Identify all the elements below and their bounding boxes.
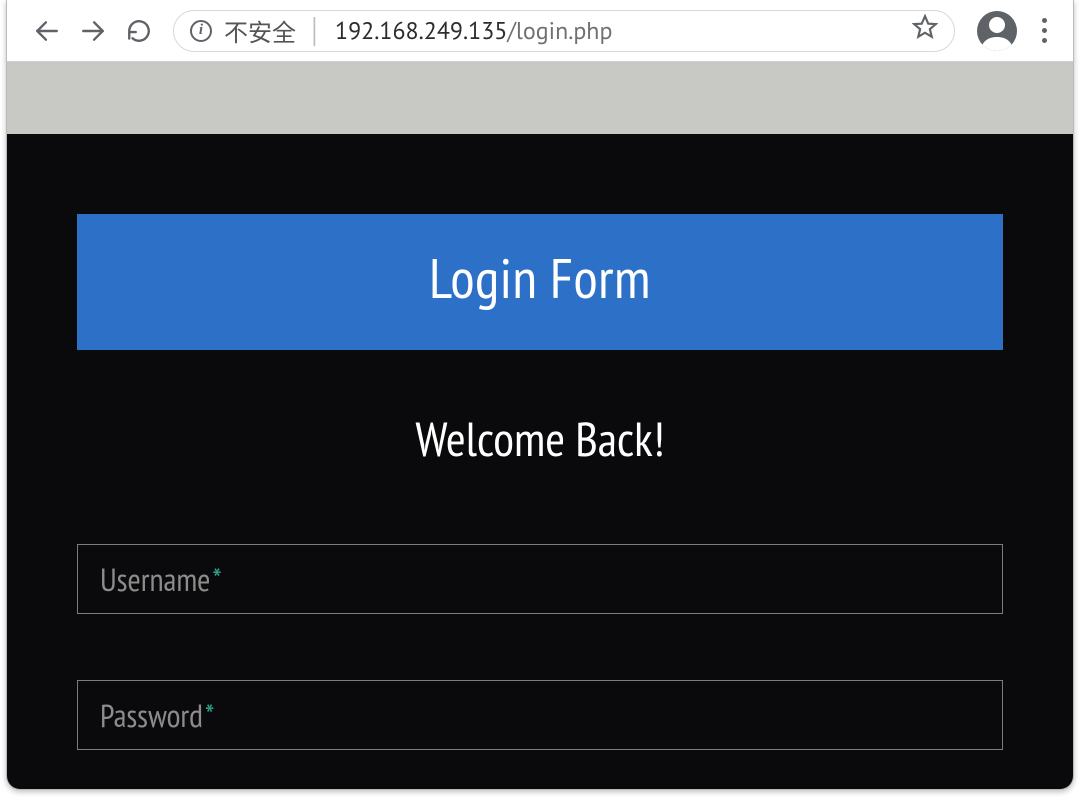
username-label: Username* — [100, 558, 222, 600]
required-mark: * — [212, 558, 221, 600]
password-field[interactable]: Password* — [77, 680, 1003, 750]
reload-icon — [126, 18, 152, 44]
url-text: 192.168.249.135/login.php — [335, 15, 900, 46]
profile-button[interactable] — [977, 11, 1017, 51]
insecure-label: 不安全 — [224, 13, 296, 48]
url-host: 192.168.249.135 — [335, 15, 507, 46]
arrow-left-icon — [34, 18, 60, 44]
star-icon — [912, 14, 938, 40]
back-button[interactable] — [27, 11, 67, 51]
url-path: /login.php — [507, 15, 612, 46]
address-bar[interactable]: 不安全 │ 192.168.249.135/login.php — [173, 10, 955, 52]
username-input[interactable] — [234, 562, 980, 596]
browser-toolbar: 不安全 │ 192.168.249.135/login.php — [7, 0, 1073, 62]
login-banner: Login Form — [77, 214, 1003, 350]
dot-icon — [1042, 18, 1047, 23]
arrow-right-icon — [80, 18, 106, 44]
forward-button[interactable] — [73, 11, 113, 51]
page-viewport: Login Form Welcome Back! Username* Passw… — [7, 62, 1073, 789]
welcome-heading: Welcome Back! — [77, 408, 1003, 470]
omnibox-separator: │ — [308, 15, 323, 46]
user-icon — [977, 11, 1017, 51]
menu-button[interactable] — [1029, 18, 1059, 43]
dot-icon — [1042, 28, 1047, 33]
reload-button[interactable] — [119, 11, 159, 51]
password-input[interactable] — [226, 698, 980, 732]
password-label: Password* — [100, 694, 214, 736]
browser-window: 不安全 │ 192.168.249.135/login.php Logi — [6, 0, 1074, 790]
dot-icon — [1042, 38, 1047, 43]
login-page: Login Form Welcome Back! Username* Passw… — [7, 134, 1073, 789]
username-label-text: Username — [100, 558, 210, 600]
password-label-text: Password — [100, 694, 203, 736]
username-field[interactable]: Username* — [77, 544, 1003, 614]
required-mark: * — [205, 694, 214, 736]
bookmark-button[interactable] — [912, 14, 938, 47]
info-icon — [190, 20, 212, 42]
